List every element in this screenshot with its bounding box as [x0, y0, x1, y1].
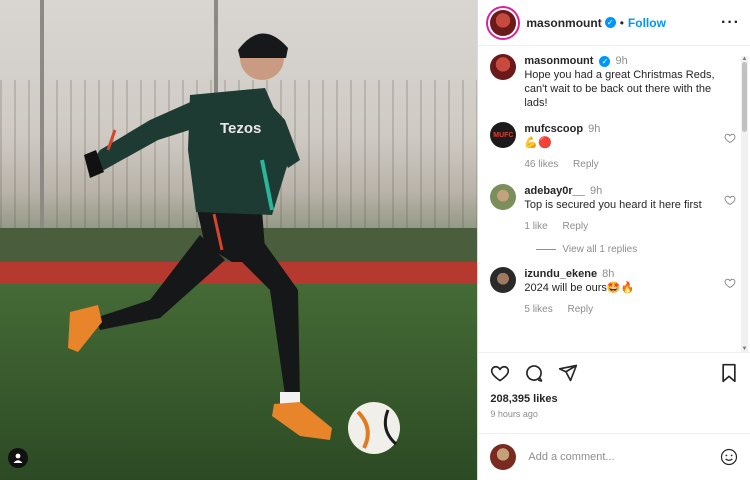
add-comment-bar [478, 433, 750, 480]
author-username[interactable]: masonmount [526, 16, 601, 30]
comment-item: adebay0r__ 9h Top is secured you heard i… [490, 184, 736, 234]
comment-time: 9h [588, 123, 601, 135]
more-options-icon[interactable]: ··· [721, 14, 740, 32]
share-icon[interactable] [558, 363, 578, 383]
post-side-panel: masonmount ✓ • Follow ··· masonmount ✓ 9… [477, 0, 750, 480]
comment-text: 💪🔴 [524, 137, 552, 149]
comment-username[interactable]: mufcscoop [524, 123, 583, 135]
post-photo[interactable]: Tezos [0, 0, 478, 480]
caption-username[interactable]: masonmount [524, 55, 593, 67]
verified-badge-icon: ✓ [599, 55, 611, 67]
follow-button[interactable]: Follow [628, 16, 666, 30]
comment-likes[interactable]: 46 likes [524, 159, 558, 170]
tagged-users-icon[interactable] [8, 448, 28, 468]
view-replies-link[interactable]: View all 1 replies [536, 244, 736, 255]
comment-likes[interactable]: 5 likes [524, 304, 552, 315]
like-comment-icon[interactable] [724, 132, 736, 144]
comment-item: izundu_ekene 8h 2024 will be ours🤩🔥 5 li… [490, 267, 736, 317]
comment-username[interactable]: izundu_ekene [524, 268, 597, 280]
reply-button[interactable]: Reply [573, 159, 599, 170]
verified-badge-icon: ✓ [604, 17, 616, 28]
post-actions [478, 352, 750, 393]
like-icon[interactable] [490, 363, 510, 383]
commenter-avatar[interactable] [490, 267, 517, 293]
post-header: masonmount ✓ • Follow ··· [478, 0, 750, 46]
comment-username[interactable]: adebay0r__ [524, 185, 585, 197]
scroll-down-arrow-icon[interactable]: ▼ [741, 346, 748, 352]
replies-line [536, 248, 557, 250]
scrollbar-thumb[interactable] [742, 62, 747, 132]
caption-text: Hope you had a great Christmas Reds, can… [524, 69, 715, 109]
add-comment-input[interactable] [526, 450, 720, 464]
author-avatar[interactable] [490, 9, 517, 36]
reply-button[interactable]: Reply [563, 221, 589, 232]
likes-count[interactable]: 208,395 likes [478, 393, 750, 405]
comments-scrollbar[interactable]: ▲ ▼ [741, 56, 748, 352]
commenter-avatar[interactable]: MUFC [490, 122, 517, 148]
comment-time: 9h [589, 185, 603, 197]
separator-dot: • [619, 15, 624, 30]
caption: masonmount ✓ 9h Hope you had a great Chr… [490, 54, 736, 110]
save-bookmark-icon[interactable] [720, 363, 738, 383]
reply-button[interactable]: Reply [568, 304, 594, 315]
emoji-picker-icon[interactable] [720, 448, 738, 466]
post-timestamp: 9 hours ago [490, 409, 538, 419]
caption-avatar[interactable] [490, 54, 517, 80]
viewer-avatar [490, 444, 517, 470]
comment-text: Top is secured you heard it here first [524, 199, 702, 211]
comments-section[interactable]: masonmount ✓ 9h Hope you had a great Chr… [478, 46, 750, 352]
comment-text: 2024 will be ours🤩🔥 [524, 282, 635, 294]
commenter-avatar[interactable] [490, 184, 517, 210]
player-figure [68, 33, 400, 454]
like-comment-icon[interactable] [724, 277, 736, 289]
comment-time: 8h [602, 268, 615, 280]
view-replies-label: View all 1 replies [562, 244, 638, 255]
comment-likes[interactable]: 1 like [524, 221, 547, 232]
sponsor-text: Tezos [220, 120, 262, 137]
comment-item: MUFC mufcscoop 9h 💪🔴 46 likes Reply [490, 122, 736, 172]
like-comment-icon[interactable] [724, 194, 736, 206]
instagram-post: Tezos masonmount ✓ • Follow ··· masonmou… [0, 0, 750, 480]
comment-icon[interactable] [524, 363, 544, 383]
caption-time: 9h [615, 55, 628, 67]
